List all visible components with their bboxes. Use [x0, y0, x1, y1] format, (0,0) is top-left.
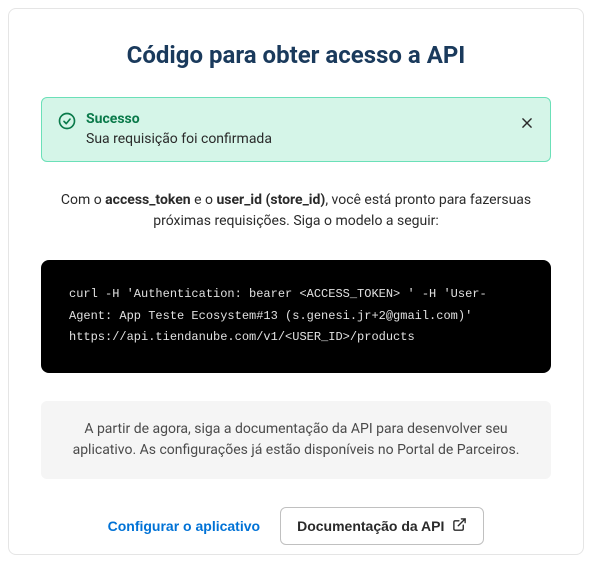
external-link-icon: [452, 517, 467, 535]
check-circle-icon: [58, 112, 76, 134]
close-icon[interactable]: [520, 116, 534, 130]
success-alert: Sucesso Sua requisição foi confirmada: [41, 97, 551, 162]
api-docs-button[interactable]: Documentação da API: [280, 507, 484, 545]
description-text: Com o access_token e o user_id (store_id…: [41, 190, 551, 232]
alert-content: Sucesso Sua requisição foi confirmada: [86, 110, 510, 149]
desc-token1: access_token: [105, 192, 190, 208]
code-block: curl -H 'Authentication: bearer <ACCESS_…: [41, 260, 551, 373]
api-access-card: Código para obter acesso a API Sucesso S…: [8, 8, 584, 555]
desc-token2: user_id (store_id): [216, 192, 325, 208]
actions-row: Configurar o aplicativo Documentação da …: [41, 507, 551, 545]
configure-app-link[interactable]: Configurar o aplicativo: [108, 518, 260, 534]
api-docs-label: Documentação da API: [297, 518, 444, 534]
alert-title: Sucesso: [86, 110, 510, 130]
desc-prefix: Com o: [61, 192, 105, 208]
alert-message: Sua requisição foi confirmada: [86, 130, 510, 150]
page-title: Código para obter acesso a API: [41, 41, 551, 69]
info-box: A partir de agora, siga a documentação d…: [41, 401, 551, 479]
desc-mid1: e o: [191, 192, 217, 208]
